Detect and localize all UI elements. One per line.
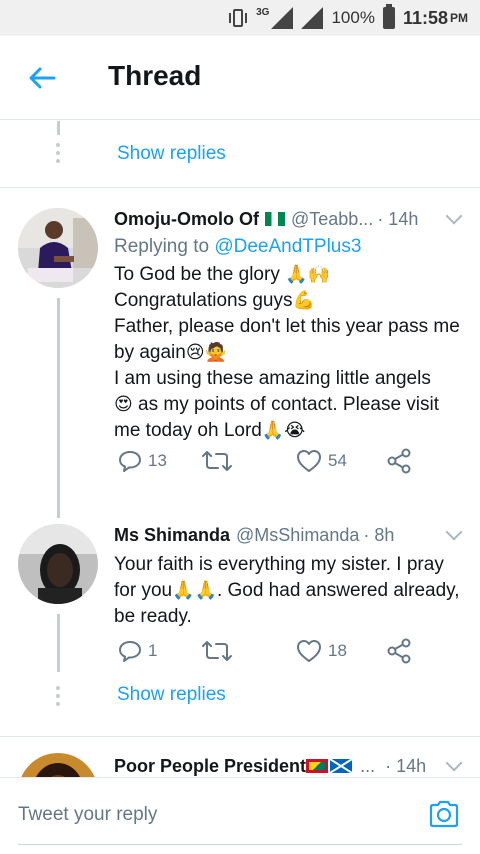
heart-eyes-emoji-icon: 😍	[114, 394, 133, 414]
retweet-icon	[202, 451, 232, 471]
header: Thread	[0, 36, 480, 120]
tweet-line: Your faith is everything my sister. I pr…	[114, 554, 444, 575]
input-underline	[18, 844, 462, 845]
tweet-text: Your faith is everything my sister. I pr…	[114, 552, 462, 630]
praying-hands-emoji-icon: 🙏	[194, 580, 217, 600]
tweet-line: by again	[114, 342, 186, 363]
share-icon	[387, 448, 411, 474]
share-icon	[387, 638, 411, 664]
tweet-time: · 8h	[363, 524, 395, 545]
battery-icon	[382, 4, 395, 29]
tweet-header: Ms Shimanda @MsShimanda · 8h	[114, 522, 462, 548]
thread-dots	[56, 143, 60, 167]
vibrate-icon	[228, 7, 248, 29]
like-button[interactable]: 18	[296, 636, 347, 666]
tweet-reply-input[interactable]	[18, 800, 398, 830]
grenada-flag-icon	[306, 759, 329, 773]
raised-hands-emoji-icon: 🙌	[307, 264, 330, 284]
tweet-line: be ready.	[114, 606, 192, 627]
retweet-button[interactable]	[202, 446, 232, 476]
tweet-line: I am using these amazing little angels	[114, 368, 431, 389]
tweet-time: · 14h	[377, 208, 419, 229]
tweet-time: · 14h	[385, 755, 427, 776]
tweet[interactable]: Poor People President ... · 14h	[0, 737, 480, 777]
status-bar: 3G 100% 11:58 PM	[0, 0, 480, 36]
camera-button[interactable]	[428, 798, 460, 830]
praying-hands-emoji-icon: 🙏	[285, 264, 308, 284]
heart-icon	[297, 450, 321, 472]
praying-hands-emoji-icon: 🙏	[172, 580, 195, 600]
scotland-flag-icon	[330, 759, 353, 773]
replying-to: Replying to @DeeAndTPlus3	[114, 236, 462, 258]
show-replies-link[interactable]: Show replies	[117, 143, 226, 165]
tweet-line: . God had answered already,	[216, 580, 460, 601]
tweet[interactable]: Ms Shimanda @MsShimanda · 8h Your faith …	[0, 518, 480, 672]
show-replies-link[interactable]: Show replies	[117, 684, 226, 706]
show-replies-row: Show replies	[0, 121, 480, 187]
clock: 11:58	[402, 7, 448, 28]
mention-link[interactable]: @DeeAndTPlus3	[214, 236, 361, 257]
flexed-biceps-emoji-icon: 💪	[292, 290, 315, 310]
avatar[interactable]	[18, 524, 98, 604]
tweet-line: as my points of contact. Please visit	[138, 394, 440, 415]
like-button[interactable]: 54	[296, 446, 347, 476]
author-handle[interactable]: @MsShimanda	[236, 525, 359, 546]
tweet-line: Father, please don't let this year pass …	[114, 316, 460, 337]
page-title: Thread	[108, 60, 202, 91]
woman-gesturing-no-emoji-icon: 🙅	[204, 342, 228, 362]
tweet-line: To God be the glory	[114, 264, 280, 285]
tweet-line: Congratulations guys	[114, 290, 293, 311]
praying-hands-emoji-icon: 🙏	[261, 420, 285, 440]
loudly-crying-emoji-icon: 😭	[284, 420, 306, 440]
show-replies-row: Show replies	[0, 672, 480, 736]
tweet-actions: 13 54	[114, 446, 414, 476]
back-button[interactable]	[26, 62, 58, 94]
author-name[interactable]: Ms Shimanda	[114, 525, 230, 546]
share-button[interactable]	[386, 636, 412, 666]
author-handle[interactable]: ...	[360, 756, 375, 777]
signal-icon	[271, 7, 294, 29]
battery-percent: 100%	[331, 8, 375, 27]
crying-face-emoji-icon: 😢	[185, 342, 205, 362]
avatar[interactable]	[18, 753, 98, 777]
retweet-button[interactable]	[202, 636, 232, 666]
reply-count: 13	[148, 451, 167, 470]
back-arrow-icon	[29, 67, 56, 89]
like-count: 54	[328, 451, 347, 470]
heart-icon	[297, 640, 321, 662]
author-name[interactable]: Omoju-Omolo Of	[114, 209, 259, 230]
reply-icon	[119, 641, 141, 662]
tweet-header: Poor People President ... · 14h	[114, 753, 462, 777]
network-type: 3G	[256, 6, 270, 18]
reply-button[interactable]: 13	[118, 446, 167, 476]
tweet-actions: 1 18	[114, 636, 414, 666]
reply-composer	[0, 777, 480, 854]
replying-prefix: Replying to	[114, 236, 210, 257]
clock-ampm: PM	[450, 11, 468, 25]
reply-icon	[119, 451, 141, 472]
like-count: 18	[328, 641, 347, 660]
tweet-header: Omoju-Omolo Of @Teabb... · 14h	[114, 206, 462, 232]
share-button[interactable]	[386, 446, 412, 476]
reply-count: 1	[148, 641, 158, 660]
thread-line	[57, 614, 60, 672]
avatar[interactable]	[18, 208, 98, 288]
retweet-icon	[202, 641, 232, 661]
reply-button[interactable]: 1	[118, 636, 157, 666]
thread-line	[57, 298, 60, 518]
thread-line	[57, 121, 60, 135]
thread-feed[interactable]: Show replies Omoju-Omolo Of @Teabb... · …	[0, 121, 480, 777]
tweet-line: me today oh Lord	[114, 420, 262, 441]
author-name[interactable]: Poor People President	[114, 756, 306, 777]
thread-dots	[56, 686, 60, 710]
camera-icon	[429, 800, 459, 828]
signal-icon-2	[301, 7, 324, 29]
tweet-line: for you	[114, 580, 173, 601]
tweet-text: To God be the glory 🙏🙌 Congratulations g…	[114, 262, 462, 444]
nigeria-flag-icon	[264, 212, 285, 226]
author-handle[interactable]: @Teabb...	[291, 209, 373, 230]
